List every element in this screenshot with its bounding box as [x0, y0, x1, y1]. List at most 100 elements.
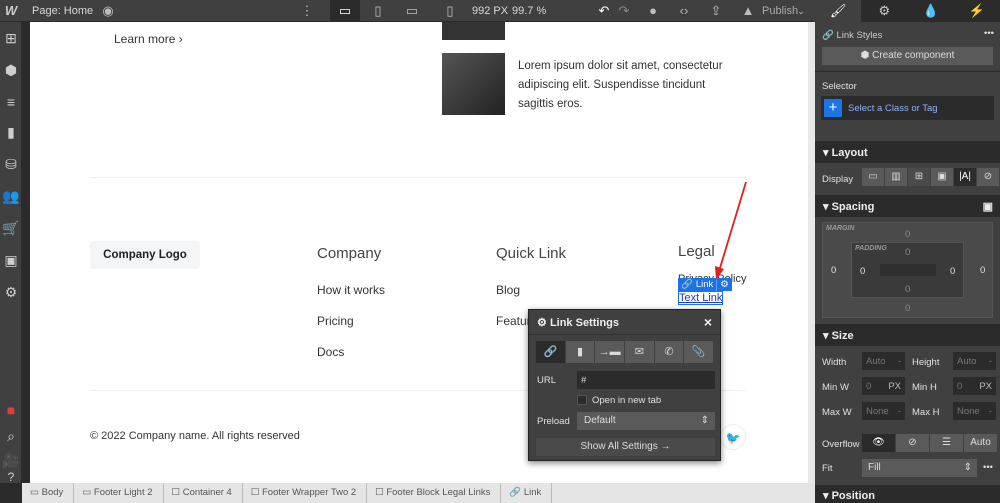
- create-component-button[interactable]: ⬢ Create component: [822, 47, 993, 65]
- overflow-visible-eye-icon[interactable]: 👁: [862, 434, 895, 452]
- spacing-toggle-icon[interactable]: ▣: [983, 200, 993, 213]
- breadcrumb-item[interactable]: 🔗 Link: [501, 483, 553, 503]
- page-selector[interactable]: Page: Home: [32, 5, 93, 17]
- breadcrumb-item[interactable]: ▭ Body: [22, 483, 75, 503]
- components-icon[interactable]: ⬢: [0, 62, 22, 79]
- show-all-settings-button[interactable]: Show All Settings →: [536, 438, 715, 456]
- min-height-unit[interactable]: PX: [979, 381, 992, 392]
- spacing-section-header[interactable]: ▾ Spacing ▣: [815, 195, 1000, 217]
- breadcrumb-label: Body: [41, 487, 64, 498]
- padding-right[interactable]: 0: [950, 266, 955, 277]
- margin-box[interactable]: MARGIN 0 0 0 0 PADDING 0 0 0 0: [822, 222, 993, 318]
- selector-input[interactable]: + Select a Class or Tag: [821, 96, 994, 120]
- overflow-auto-button[interactable]: Auto: [964, 434, 997, 452]
- breadcrumb-item[interactable]: ☐ Footer Block Legal Links: [367, 483, 502, 503]
- new-tab-checkbox[interactable]: [577, 395, 587, 405]
- help-icon[interactable]: ?: [0, 470, 22, 484]
- file-link-tab[interactable]: 📎: [684, 341, 714, 363]
- more-vertical-icon[interactable]: ⋮: [300, 0, 314, 22]
- position-section-header[interactable]: ▾ Position: [815, 485, 1000, 503]
- fit-select[interactable]: Fill ⇕: [862, 459, 977, 477]
- settings-tab-gear-icon[interactable]: ⚙: [861, 0, 907, 22]
- desktop-breakpoint-icon[interactable]: ▭: [330, 0, 360, 22]
- canvas-scrollbar[interactable]: [808, 22, 815, 483]
- margin-left[interactable]: 0: [831, 265, 836, 276]
- add-panel-icon[interactable]: ⊞: [0, 30, 22, 47]
- margin-top[interactable]: 0: [905, 229, 910, 240]
- div-icon: ☐: [250, 487, 260, 498]
- breadcrumb-item[interactable]: ☐ Container 4: [164, 483, 243, 503]
- max-width-unit[interactable]: -: [898, 406, 901, 417]
- users-icon[interactable]: 👥: [0, 188, 22, 205]
- gear-icon: ⚙: [537, 317, 547, 329]
- breadcrumb-item[interactable]: ☐ Footer Wrapper Two 2: [243, 483, 368, 503]
- email-link-tab[interactable]: ✉: [625, 341, 654, 363]
- min-height-value: 0: [957, 381, 963, 392]
- min-width-unit[interactable]: PX: [888, 381, 901, 392]
- assets-icon[interactable]: ▣: [0, 252, 22, 269]
- page-link-tab[interactable]: ▮: [565, 341, 595, 363]
- search-icon[interactable]: ⌕: [0, 428, 22, 445]
- display-inline-block-icon[interactable]: ▣: [931, 168, 953, 186]
- display-inline-icon[interactable]: |A|: [954, 168, 976, 186]
- min-width-value: 0: [866, 381, 872, 392]
- ecommerce-cart-icon[interactable]: 🛒: [0, 220, 22, 237]
- padding-left[interactable]: 0: [860, 266, 865, 277]
- style-manager-drops-icon[interactable]: 💧: [908, 0, 954, 22]
- height-unit[interactable]: -: [989, 356, 992, 367]
- overflow-scroll-icon[interactable]: ☰: [930, 434, 963, 452]
- width-unit[interactable]: -: [898, 356, 901, 367]
- more-icon[interactable]: •••: [983, 462, 993, 473]
- record-icon[interactable]: ■: [0, 402, 22, 418]
- section-link-tab[interactable]: →▬: [595, 341, 625, 363]
- max-width-input[interactable]: None -: [862, 402, 905, 420]
- style-tab-brush-icon[interactable]: 🖌: [815, 0, 862, 22]
- redo-icon[interactable]: ↷: [616, 0, 632, 22]
- code-icon[interactable]: ‹›: [674, 0, 694, 22]
- video-tutorial-icon[interactable]: 🎥: [0, 452, 22, 469]
- height-label: Height: [912, 357, 940, 368]
- cms-icon[interactable]: ⛁: [0, 156, 22, 173]
- mobile-portrait-icon[interactable]: ▯: [438, 0, 462, 22]
- padding-top[interactable]: 0: [905, 247, 910, 258]
- max-height-input[interactable]: None -: [953, 402, 996, 420]
- publish-button[interactable]: Publish: [762, 5, 798, 17]
- popup-title: Link Settings: [549, 317, 619, 329]
- undo-icon[interactable]: ↶: [596, 0, 612, 22]
- margin-bottom[interactable]: 0: [905, 303, 910, 314]
- close-icon[interactable]: ×: [704, 314, 712, 330]
- size-section-header[interactable]: ▾ Size: [815, 324, 1000, 346]
- width-input[interactable]: Auto -: [862, 352, 905, 370]
- url-input[interactable]: #: [577, 371, 715, 389]
- min-height-input[interactable]: 0 PX: [953, 377, 996, 395]
- mobile-landscape-icon[interactable]: ▭: [400, 0, 424, 22]
- settings-gear-icon[interactable]: ⚙: [0, 284, 22, 301]
- display-none-icon[interactable]: ⊘: [977, 168, 999, 186]
- plus-icon[interactable]: +: [824, 99, 842, 117]
- pages-icon[interactable]: ▮: [0, 124, 22, 141]
- max-height-unit[interactable]: -: [989, 406, 992, 417]
- preview-eye-icon[interactable]: ◉: [100, 0, 116, 22]
- display-flex-icon[interactable]: ▥: [885, 168, 907, 186]
- display-block-icon[interactable]: ▭: [862, 168, 884, 186]
- more-icon[interactable]: •••: [984, 28, 994, 39]
- export-icon[interactable]: ⇪: [706, 0, 726, 22]
- breadcrumb-item[interactable]: ▭ Footer Light 2: [74, 483, 164, 503]
- breadcrumb-label: Footer Block Legal Links: [386, 487, 491, 498]
- overflow-hidden-icon[interactable]: ⊘: [896, 434, 929, 452]
- link-icon: 🔗: [822, 30, 834, 41]
- display-grid-icon[interactable]: ⊞: [908, 168, 930, 186]
- height-input[interactable]: Auto -: [953, 352, 996, 370]
- url-link-tab[interactable]: 🔗: [536, 341, 565, 363]
- min-width-input[interactable]: 0 PX: [862, 377, 905, 395]
- phone-link-tab[interactable]: ✆: [654, 341, 684, 363]
- preload-select[interactable]: Default ⇕: [577, 412, 715, 430]
- tablet-breakpoint-icon[interactable]: ▯: [366, 0, 390, 22]
- padding-box[interactable]: PADDING 0 0 0 0: [851, 242, 964, 298]
- navigator-icon[interactable]: ≡: [0, 94, 22, 110]
- margin-right[interactable]: 0: [980, 265, 985, 276]
- more-options-icon[interactable]: ●: [644, 0, 662, 22]
- layout-section-header[interactable]: ▾ Layout: [815, 141, 1000, 163]
- padding-bottom[interactable]: 0: [905, 284, 910, 295]
- interactions-lightning-icon[interactable]: ⚡: [954, 0, 1000, 22]
